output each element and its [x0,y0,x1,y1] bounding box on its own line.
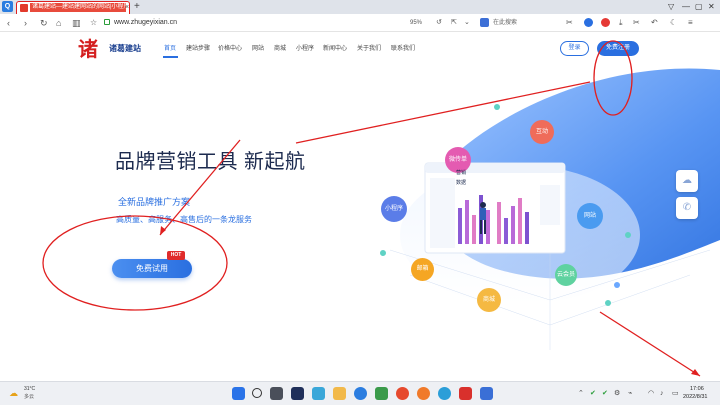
volume-icon[interactable]: ♪ [660,389,664,398]
weather-temperature[interactable]: 31°C [24,386,35,393]
nav-item-contact[interactable]: 联系我们 [391,44,415,54]
windows-taskbar: ☁ 31°C 多云 ⌃ ✔ ✔ ⚙ ⌁ ◠ ♪ ▭ 17:06 2022/8/3… [0,381,720,405]
nav-item-home[interactable]: 首页 [164,44,176,54]
maximize-icon[interactable]: ▢ [695,0,703,13]
search-engine-icon[interactable] [480,18,489,27]
lock-icon [104,19,110,25]
forward-icon[interactable]: › [24,16,27,30]
browser-taskbar-icon[interactable] [354,387,367,400]
free-trial-button[interactable]: 免费试用 [112,259,192,278]
wifi-icon[interactable]: ◠ [648,389,654,398]
shirt-skin-icon[interactable]: ▽ [668,0,674,13]
photoshop-icon[interactable] [291,387,304,400]
tab-close-icon[interactable]: × [125,2,129,13]
search-icon[interactable] [252,388,262,398]
hero-subtitle: 全新品牌推广方案 [118,197,191,207]
wechat-icon[interactable]: ☁ [676,170,698,192]
free-register-button[interactable]: 免费注册 [597,41,639,56]
site-name[interactable]: 诸葛建站 [109,44,141,54]
nav-item-website[interactable]: 网站 [252,44,264,54]
chevron-up-icon[interactable]: ⌃ [578,389,584,398]
tab-title: 诸葛建站—建站建网站的网站|小程序 [30,3,126,12]
bubble-interactive[interactable]: 互动 [530,120,554,144]
account-icon[interactable] [584,18,593,27]
clock-time[interactable]: 17:06 [690,386,704,393]
star-icon[interactable]: ☆ [90,16,97,30]
home-icon[interactable]: ⌂ [56,16,61,30]
start-icon[interactable] [232,387,245,400]
browser-tab-bar: Q 诸葛建站—建站建网站的网站|小程序 × + ▽ — ▢ ✕ [0,0,720,14]
reader-icon[interactable]: ▥ [72,16,81,30]
battery-icon[interactable]: ▭ [672,389,679,398]
night-mode-icon[interactable]: ☾ [670,16,677,30]
url-input[interactable]: www.zhugeyixian.cn [114,17,177,29]
nav-item-news[interactable]: 新闻中心 [323,44,347,54]
firefox-icon[interactable] [417,387,430,400]
bubble-cloud-member[interactable]: 云会员 [555,264,577,286]
new-tab-button[interactable]: + [134,0,140,13]
nav-item-steps[interactable]: 建站步骤 [186,44,210,54]
app-icon-3[interactable] [480,387,493,400]
chevron-down-icon[interactable]: ⌄ [464,16,470,30]
download-icon[interactable]: ⤓ [619,16,623,30]
tray-icon-2[interactable]: ✔ [602,389,608,398]
nav-item-pricing[interactable]: 价格中心 [218,44,242,54]
zoom-level[interactable]: 95% [410,17,422,29]
share-icon[interactable]: ⇱ [451,16,457,30]
chrome-icon[interactable] [396,387,409,400]
phone-icon[interactable]: ✆ [676,197,698,219]
nav-item-miniprogram[interactable]: 小程序 [296,44,314,54]
address-bar: ‹ › ↻ ⌂ ▥ ☆ www.zhugeyixian.cn 95% ↺ ⇱ ⌄… [0,14,720,32]
tray-gear-icon[interactable]: ⚙ [614,389,620,398]
extension-icon[interactable] [601,18,610,27]
tray-icon-1[interactable]: ✔ [590,389,596,398]
refresh-page-icon[interactable]: ↺ [436,16,442,30]
hero-illustration [380,68,720,350]
tray-icon-3[interactable]: ⌁ [628,389,632,398]
edge-icon[interactable] [438,387,451,400]
folder-icon[interactable] [333,387,346,400]
app-icon-1[interactable] [312,387,325,400]
nav-item-about[interactable]: 关于我们 [357,44,381,54]
task-view-icon[interactable] [270,387,283,400]
nav-item-mall[interactable]: 商城 [274,44,286,54]
undo-icon[interactable]: ↶ [651,16,658,30]
search-input[interactable]: 在此搜索 [493,17,517,29]
hero-title: 品牌营销工具 新起航 [115,151,306,173]
browser-tab-active[interactable]: 诸葛建站—建站建网站的网站|小程序 × [16,1,130,14]
bubble-website[interactable]: 网站 [577,203,603,229]
dashboard-title-1: 营销 [456,170,467,176]
refresh-icon[interactable]: ↻ [40,16,48,30]
minimize-icon[interactable]: — [682,0,690,13]
clock-date[interactable]: 2022/8/31 [683,394,707,401]
back-icon[interactable]: ‹ [7,16,10,30]
cut-tool-icon[interactable]: ✂ [633,16,640,30]
weather-description[interactable]: 多云 [24,394,34,401]
login-button[interactable]: 登录 [560,41,589,56]
menu-icon[interactable]: ≡ [688,16,693,30]
weather-cloud-icon[interactable]: ☁ [9,388,18,398]
bubble-miniprogram[interactable]: 小程序 [381,196,407,222]
scissors-icon[interactable]: ✂ [566,16,573,30]
bubble-mall[interactable]: 商城 [477,288,501,312]
browser-logo-icon[interactable]: Q [2,1,13,12]
app-icon-2[interactable] [375,387,388,400]
hero-subtitle-2: 高质量、高服务、高售后的一条龙服务 [116,215,252,224]
dashboard-title-2: 数据 [456,180,467,186]
close-window-icon[interactable]: ✕ [708,0,715,13]
nav-active-underline [163,56,178,58]
wps-icon[interactable] [459,387,472,400]
bubble-mailbox[interactable]: 邮箱 [411,258,434,281]
site-logo-mark[interactable]: 诸 [78,38,98,60]
hot-badge: HOT [167,251,185,260]
tab-favicon-icon [20,4,28,12]
